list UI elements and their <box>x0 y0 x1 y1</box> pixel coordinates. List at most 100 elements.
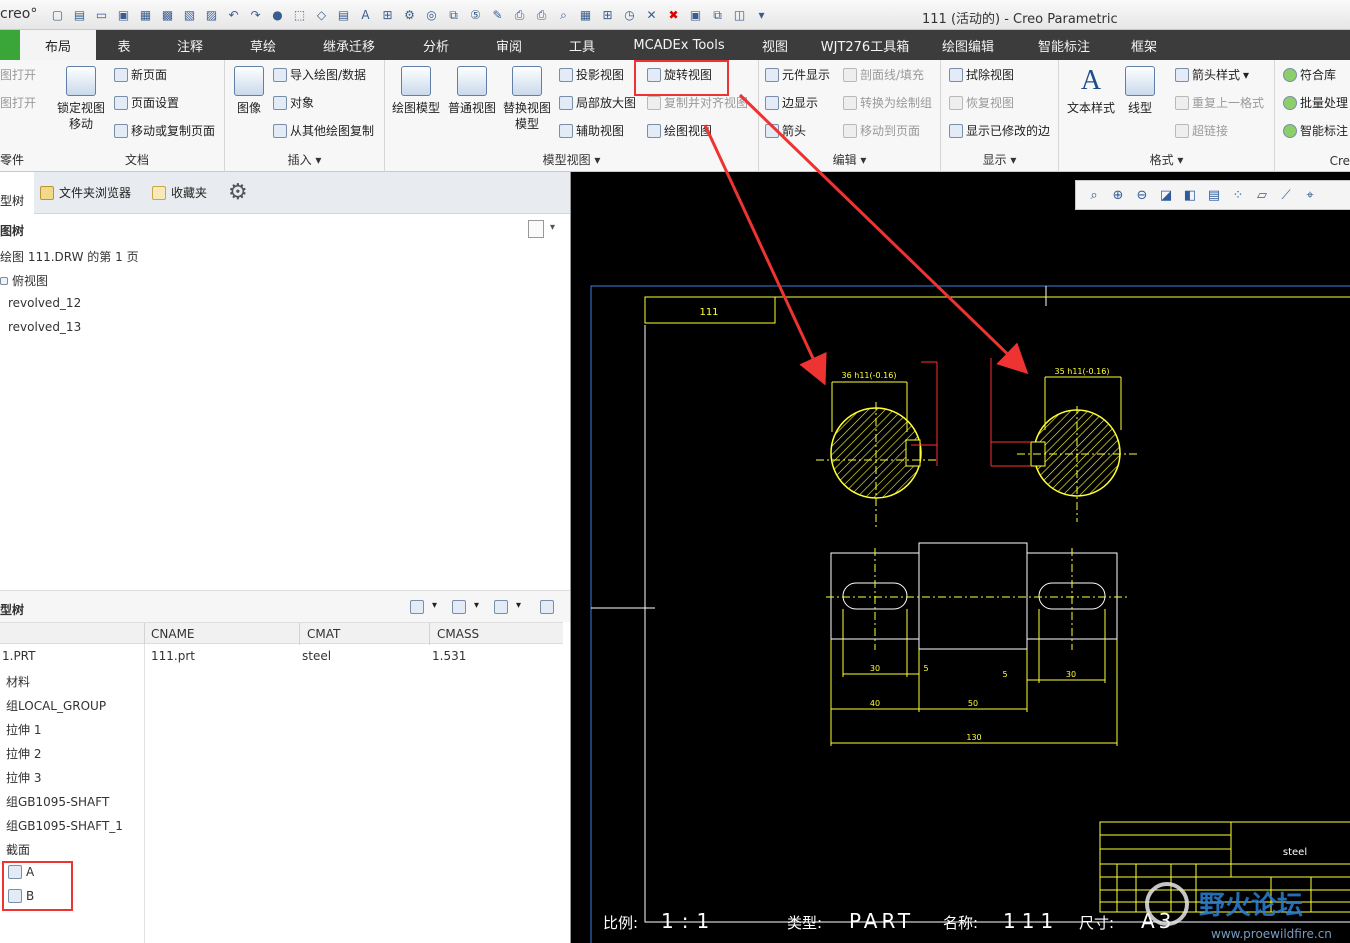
display-style-dropdown[interactable]: ▾ <box>432 600 437 611</box>
list-settings-dropdown[interactable]: ▾ <box>516 600 521 611</box>
tab-legacy-migration[interactable]: 继承迁移 <box>298 30 400 60</box>
auxiliary-view-button[interactable]: 辅助视图 <box>559 122 624 139</box>
tab-table[interactable]: 表 <box>96 30 152 60</box>
tab-view[interactable]: 视图 <box>740 30 810 60</box>
tree-item-material[interactable]: 材料 <box>6 673 30 690</box>
object-button[interactable]: 对象 <box>273 94 314 111</box>
tab-review[interactable]: 审阅 <box>472 30 546 60</box>
close-window-icon[interactable]: ▨ <box>202 6 221 24</box>
tools-dropdown[interactable]: ▾ <box>474 600 479 611</box>
col-cmass[interactable]: CMASS <box>437 627 479 641</box>
undo-icon[interactable]: ↶ <box>224 6 243 24</box>
image-button[interactable]: 图像 <box>229 66 269 116</box>
tree-settings-dropdown[interactable]: ▾ <box>550 222 555 233</box>
tools-icon[interactable] <box>452 600 466 614</box>
save-copy-icon[interactable]: ▦ <box>136 6 155 24</box>
red-close-icon[interactable]: ✖ <box>664 6 683 24</box>
copy-from-drawing-button[interactable]: 从其他绘图复制 <box>273 122 374 139</box>
text-style-button[interactable]: A 文本样式 <box>1063 66 1119 116</box>
arrow-style-button[interactable]: 箭头样式 ▾ <box>1175 66 1249 83</box>
text-icon[interactable]: A <box>356 6 375 24</box>
table-icon[interactable]: ⊞ <box>598 6 617 24</box>
line-style-button[interactable]: 线型 <box>1119 66 1161 116</box>
csys-icon[interactable]: ⌖ <box>1300 186 1320 204</box>
partial-open-2[interactable]: 图打开 <box>0 94 36 111</box>
tab-tools[interactable]: 工具 <box>546 30 618 60</box>
restore-view-button[interactable]: 恢复视图 <box>949 94 1014 111</box>
doc-icon[interactable]: ▤ <box>334 6 353 24</box>
tree-item-sheet[interactable]: 绘图 111.DRW 的第 1 页 <box>0 248 139 265</box>
col-cmat[interactable]: CMAT <box>307 627 340 641</box>
batch-process-button[interactable]: 批量处理 <box>1283 94 1348 111</box>
regenerate-icon[interactable]: ▩ <box>158 6 177 24</box>
tree-item-revolved-12[interactable]: revolved_12 <box>8 296 81 310</box>
saved-views-icon[interactable]: ▤ <box>1204 186 1224 204</box>
select-box-icon[interactable]: ⬚ <box>290 6 309 24</box>
tree-item-root-part[interactable]: 1.PRT <box>2 649 35 663</box>
open-file-icon[interactable]: ▤ <box>70 6 89 24</box>
tab-frame[interactable]: 框架 <box>1112 30 1176 60</box>
new-page-button[interactable]: 新页面 <box>114 66 167 83</box>
general-view-button[interactable]: 普通视图 <box>445 66 499 116</box>
convert-draft-button[interactable]: 转换为绘制组 <box>843 94 932 111</box>
drawing-model-button[interactable]: 绘图模型 <box>389 66 443 116</box>
erase-view-button[interactable]: 拭除视图 <box>949 66 1014 83</box>
tree-item-revolved-13[interactable]: revolved_13 <box>8 320 81 334</box>
pen-icon[interactable]: ✎ <box>488 6 507 24</box>
redo-icon[interactable]: ↷ <box>246 6 265 24</box>
tree-item-sections[interactable]: 截面 <box>6 841 30 858</box>
cube-icon[interactable]: ◫ <box>730 6 749 24</box>
link-icon[interactable]: ⧉ <box>708 6 727 24</box>
page-setup-button[interactable]: 页面设置 <box>114 94 179 111</box>
tab-folder-browser[interactable]: 文件夹浏览器 <box>40 184 131 201</box>
import-drawing-button[interactable]: 导入绘图/数据 <box>273 66 366 83</box>
frame-icon[interactable]: ▣ <box>686 6 705 24</box>
arrow-button[interactable]: 箭头 <box>765 122 806 139</box>
lock-view-button[interactable]: 锁定视图移动 <box>52 66 110 132</box>
tab-layout[interactable]: 布局 <box>20 30 96 60</box>
repaint-icon[interactable]: ◪ <box>1156 186 1176 204</box>
projection-view-button[interactable]: 投影视图 <box>559 66 624 83</box>
tree-item-extrude-2[interactable]: 拉伸 2 <box>6 745 41 762</box>
display-style-icon[interactable] <box>410 600 424 614</box>
insert-group-label[interactable]: 插入 ▾ <box>225 151 384 168</box>
tree-item-extrude-1[interactable]: 拉伸 1 <box>6 721 41 738</box>
tab-sketch[interactable]: 草绘 <box>228 30 298 60</box>
zoom-fit-icon[interactable]: ⌕ <box>1084 186 1104 204</box>
repeat-format-button[interactable]: 重复上一格式 <box>1175 94 1264 111</box>
move-copy-page-button[interactable]: 移动或复制页面 <box>114 122 215 139</box>
grid-icon[interactable]: ▦ <box>576 6 595 24</box>
tree-icon[interactable]: ⊞ <box>378 6 397 24</box>
model-views-group-label[interactable]: 模型视图 ▾ <box>385 151 758 168</box>
display-group-label[interactable]: 显示 ▾ <box>941 151 1058 168</box>
chevron-down-icon[interactable]: ▾ <box>752 6 771 24</box>
zoom-in-icon[interactable]: ⊕ <box>1108 186 1128 204</box>
target-icon[interactable]: ◎ <box>422 6 441 24</box>
new-file-icon[interactable]: ▢ <box>48 6 67 24</box>
tab-smart-dimension[interactable]: 智能标注 <box>1016 30 1112 60</box>
close-x-icon[interactable]: ✕ <box>642 6 661 24</box>
tree-item-extrude-3[interactable]: 拉伸 3 <box>6 769 41 786</box>
format-group-label[interactable]: 格式 ▾ <box>1059 151 1274 168</box>
tree-item-gb1095-shaft[interactable]: 组GB1095-SHAFT <box>6 793 109 810</box>
hyperlink-button[interactable]: 超链接 <box>1175 122 1228 139</box>
tab-favorites[interactable]: 收藏夹 <box>152 184 207 201</box>
open-folder-icon[interactable]: ▭ <box>92 6 111 24</box>
detail-view-button[interactable]: 局部放大图 <box>559 94 636 111</box>
drawing-view-button[interactable]: 绘图视图 <box>647 122 712 139</box>
appearance-icon[interactable]: ● <box>268 6 287 24</box>
move-to-page-button[interactable]: 移动到页面 <box>843 122 920 139</box>
datum-planes-icon[interactable]: ▱ <box>1252 186 1272 204</box>
tree-item-local-group[interactable]: 组LOCAL_GROUP <box>6 697 106 714</box>
layers-icon[interactable]: ⧉ <box>444 6 463 24</box>
gear-icon[interactable]: ⚙ <box>400 6 419 24</box>
print-icon[interactable]: ⎙ <box>510 6 529 24</box>
conform-library-button[interactable]: 符合库 <box>1283 66 1336 83</box>
datum-points-icon[interactable]: ⁘ <box>1228 186 1248 204</box>
file-tab[interactable] <box>0 30 20 60</box>
tab-drawing-edit[interactable]: 绘图编辑 <box>920 30 1016 60</box>
window-icon[interactable]: ▧ <box>180 6 199 24</box>
filter-icon[interactable] <box>540 600 554 614</box>
printer-icon[interactable]: ⎙ <box>532 6 551 24</box>
zoom-doc-icon[interactable]: ⌕ <box>554 6 573 24</box>
